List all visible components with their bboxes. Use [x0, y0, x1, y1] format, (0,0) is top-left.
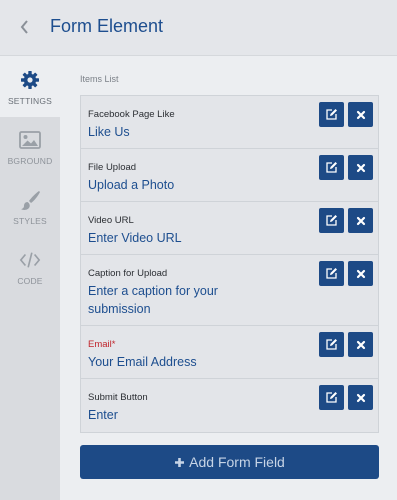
list-item: Facebook Page Like Like Us [81, 96, 378, 149]
close-icon [356, 269, 365, 278]
delete-button[interactable] [348, 261, 373, 286]
edit-button[interactable] [319, 332, 344, 357]
add-form-field-button[interactable]: Add Form Field [80, 445, 379, 479]
close-icon [356, 216, 365, 225]
paintbrush-icon [19, 189, 41, 211]
main-content: Items List Facebook Page Like Like Us Fi… [60, 57, 397, 500]
sidebar-item-bground[interactable]: BGROUND [0, 117, 60, 177]
delete-button[interactable] [348, 155, 373, 180]
header: Form Element [0, 0, 397, 56]
item-label: Submit Button [88, 392, 148, 403]
list-item: Submit Button Enter [81, 379, 378, 432]
required-mark: * [111, 339, 116, 350]
sidebar-item-label: STYLES [13, 215, 47, 226]
edit-button[interactable] [319, 155, 344, 180]
sidebar-item-settings[interactable]: SETTINGS [0, 57, 60, 117]
item-actions [319, 208, 373, 233]
delete-button[interactable] [348, 332, 373, 357]
image-icon [19, 129, 41, 151]
item-value: Like Us [88, 125, 130, 139]
back-button[interactable] [14, 16, 36, 38]
item-value: Enter Video URL [88, 231, 182, 245]
edit-icon [326, 392, 337, 403]
item-actions [319, 261, 373, 286]
item-label: Caption for Upload [88, 268, 168, 279]
close-icon [356, 163, 365, 172]
edit-icon [326, 109, 337, 120]
close-icon [356, 393, 365, 402]
edit-icon [326, 162, 337, 173]
item-label: Facebook Page Like [88, 109, 175, 120]
edit-icon [326, 268, 337, 279]
code-icon [19, 249, 41, 271]
gear-icon [19, 69, 41, 91]
delete-button[interactable] [348, 208, 373, 233]
item-actions [319, 385, 373, 410]
chevron-left-icon [20, 20, 28, 34]
item-actions [319, 102, 373, 127]
sidebar-item-label: BGROUND [7, 155, 53, 166]
list-item: Caption for Upload Enter a caption for y… [81, 255, 378, 326]
item-actions [319, 332, 373, 357]
sidebar: SETTINGS BGROUND STYLES CODE [0, 57, 60, 500]
item-value: Your Email Address [88, 355, 197, 369]
item-actions [319, 155, 373, 180]
items-list: Facebook Page Like Like Us File Upload U… [80, 95, 379, 433]
item-value: Upload a Photo [88, 178, 175, 192]
item-label: File Upload [88, 162, 137, 173]
edit-icon [326, 339, 337, 350]
item-label-text: Email [88, 339, 112, 350]
item-label-required: Email* [88, 339, 115, 350]
list-item: File Upload Upload a Photo [81, 149, 378, 202]
item-label: Video URL [88, 215, 134, 226]
close-icon [356, 340, 365, 349]
edit-icon [326, 215, 337, 226]
list-item: Video URL Enter Video URL [81, 202, 378, 255]
add-form-field-label: Add Form Field [189, 454, 285, 470]
plus-icon [174, 457, 185, 468]
delete-button[interactable] [348, 385, 373, 410]
item-value: Enter a caption for your submission [88, 284, 218, 316]
item-value: Enter [88, 408, 118, 422]
items-list-caption: Items List [80, 74, 119, 84]
sidebar-item-code[interactable]: CODE [0, 237, 60, 297]
edit-button[interactable] [319, 385, 344, 410]
edit-button[interactable] [319, 208, 344, 233]
page-title: Form Element [50, 16, 164, 36]
edit-button[interactable] [319, 102, 344, 127]
sidebar-item-styles[interactable]: STYLES [0, 177, 60, 237]
edit-button[interactable] [319, 261, 344, 286]
delete-button[interactable] [348, 102, 373, 127]
list-item: Email* Your Email Address [81, 326, 378, 379]
sidebar-item-label: CODE [17, 275, 43, 286]
close-icon [356, 110, 365, 119]
sidebar-item-label: SETTINGS [7, 95, 53, 106]
